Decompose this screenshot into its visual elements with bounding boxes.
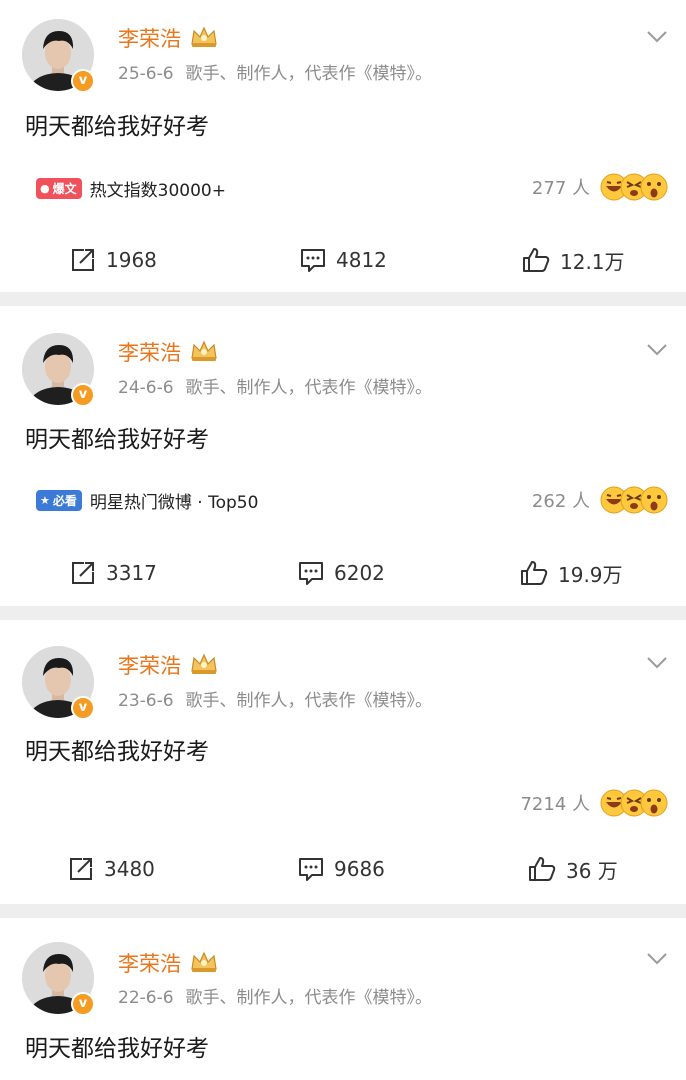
repost-count: 3317 bbox=[106, 561, 157, 585]
reaction-summary[interactable]: 262 人 bbox=[532, 485, 668, 515]
like-icon bbox=[521, 561, 548, 585]
reaction-emojis bbox=[600, 173, 668, 201]
comment-button[interactable]: 6202 bbox=[298, 555, 385, 591]
comment-icon bbox=[301, 249, 325, 272]
crown-icon bbox=[189, 26, 219, 52]
like-button[interactable]: 19.9万 bbox=[520, 555, 623, 591]
author-description: 歌手、制作人，代表作《模特》。 bbox=[185, 988, 433, 1008]
comment-button[interactable]: 4812 bbox=[300, 242, 387, 278]
hot-tag[interactable]: ● 爆文 热文指数30000+ bbox=[36, 175, 226, 201]
repost-count: 1968 bbox=[106, 248, 157, 272]
reaction-count: 277 人 bbox=[531, 178, 590, 199]
verified-badge: v bbox=[71, 696, 95, 720]
hot-badge: ● 爆文 bbox=[36, 177, 82, 199]
crown-icon bbox=[189, 951, 219, 977]
post-2: v 李荣浩 24-6-6 歌手、制作人，代表作《模特》。 明天都给我好好考 ★ 必看… bbox=[0, 306, 686, 606]
username[interactable]: 李荣浩 bbox=[118, 25, 181, 53]
comment-count: 9686 bbox=[334, 857, 385, 881]
chevron-down-icon[interactable] bbox=[646, 343, 668, 357]
post-content[interactable]: 明天都给我好好考 bbox=[25, 736, 209, 768]
repost-icon bbox=[72, 249, 94, 271]
comment-count: 6202 bbox=[334, 561, 385, 585]
comment-icon bbox=[299, 858, 323, 881]
post-date: 22-6-6 bbox=[118, 988, 174, 1008]
repost-count: 3480 bbox=[104, 857, 155, 881]
repost-button[interactable]: 1968 bbox=[70, 242, 157, 278]
hot-text: 明星热门微博 · Top50 bbox=[89, 492, 259, 513]
post-4: v 李荣浩 22-6-6 歌手、制作人，代表作《模特》。 明天都给我好好考 bbox=[0, 918, 686, 1080]
comment-count: 4812 bbox=[336, 248, 387, 272]
surprise-emoji-icon bbox=[640, 173, 668, 201]
reaction-summary[interactable]: 277 人 bbox=[532, 172, 668, 202]
post-content[interactable]: 明天都给我好好考 bbox=[25, 111, 209, 143]
action-bar: 1968 4812 12.1万 bbox=[0, 242, 686, 278]
reaction-emojis bbox=[600, 789, 668, 817]
chevron-down-icon[interactable] bbox=[646, 952, 668, 966]
feed-separator bbox=[0, 904, 686, 918]
surprise-emoji-icon bbox=[640, 789, 668, 817]
post-3: v 李荣浩 23-6-6 歌手、制作人，代表作《模特》。 明天都给我好好考 721… bbox=[0, 620, 686, 904]
fire-icon: ● bbox=[40, 181, 50, 195]
chevron-down-icon[interactable] bbox=[646, 656, 668, 670]
post-content[interactable]: 明天都给我好好考 bbox=[25, 1033, 209, 1065]
post-1: v 李荣浩 25-6-6 歌手、制作人，代表作《模特》。 明天都给我好好考 ● 爆文… bbox=[0, 0, 686, 292]
name-row: 李荣浩 bbox=[118, 339, 219, 367]
feed-separator bbox=[0, 606, 686, 620]
comment-button[interactable]: 9686 bbox=[298, 851, 385, 887]
hot-badge: ★ 必看 bbox=[36, 489, 82, 511]
hot-text: 热文指数30000+ bbox=[89, 180, 226, 201]
username[interactable]: 李荣浩 bbox=[118, 339, 181, 367]
chevron-down-icon[interactable] bbox=[646, 30, 668, 44]
like-icon bbox=[529, 857, 556, 881]
name-row: 李荣浩 bbox=[118, 25, 219, 53]
post-date: 23-6-6 bbox=[118, 691, 174, 711]
post-date: 24-6-6 bbox=[118, 378, 174, 398]
repost-button[interactable]: 3480 bbox=[68, 851, 155, 887]
post-meta: 22-6-6 歌手、制作人，代表作《模特》。 bbox=[118, 986, 432, 1010]
hot-tag[interactable]: ★ 必看 明星热门微博 · Top50 bbox=[36, 487, 258, 513]
reaction-summary[interactable]: 7214 人 bbox=[520, 788, 668, 818]
crown-icon bbox=[189, 653, 219, 679]
username[interactable]: 李荣浩 bbox=[118, 950, 181, 978]
like-count: 12.1万 bbox=[560, 249, 625, 274]
post-meta: 23-6-6 歌手、制作人，代表作《模特》。 bbox=[118, 689, 432, 713]
reaction-count: 262 人 bbox=[531, 491, 590, 512]
comment-icon bbox=[299, 562, 323, 585]
reaction-emojis bbox=[600, 486, 668, 514]
like-button[interactable]: 12.1万 bbox=[522, 242, 625, 278]
reaction-count: 7214 人 bbox=[520, 794, 590, 815]
post-meta: 24-6-6 歌手、制作人，代表作《模特》。 bbox=[118, 376, 432, 400]
like-button[interactable]: 36 万 bbox=[528, 851, 618, 887]
author-description: 歌手、制作人，代表作《模特》。 bbox=[185, 691, 433, 711]
post-content[interactable]: 明天都给我好好考 bbox=[25, 424, 209, 456]
action-bar: 3480 9686 36 万 bbox=[0, 851, 686, 887]
crown-icon bbox=[189, 340, 219, 366]
surprise-emoji-icon bbox=[640, 486, 668, 514]
post-meta: 25-6-6 歌手、制作人，代表作《模特》。 bbox=[118, 62, 432, 86]
star-icon: ★ bbox=[40, 493, 50, 507]
repost-icon bbox=[72, 562, 94, 584]
like-count: 36 万 bbox=[566, 858, 618, 883]
action-bar: 3317 6202 19.9万 bbox=[0, 555, 686, 591]
repost-icon bbox=[70, 858, 92, 880]
repost-button[interactable]: 3317 bbox=[70, 555, 157, 591]
name-row: 李荣浩 bbox=[118, 652, 219, 680]
verified-badge: v bbox=[71, 383, 95, 407]
like-count: 19.9万 bbox=[558, 562, 623, 587]
verified-badge: v bbox=[71, 992, 95, 1016]
verified-badge: v bbox=[71, 69, 95, 93]
like-icon bbox=[523, 248, 550, 272]
username[interactable]: 李荣浩 bbox=[118, 652, 181, 680]
post-date: 25-6-6 bbox=[118, 64, 174, 84]
name-row: 李荣浩 bbox=[118, 950, 219, 978]
feed-separator bbox=[0, 292, 686, 306]
author-description: 歌手、制作人，代表作《模特》。 bbox=[185, 64, 433, 84]
author-description: 歌手、制作人，代表作《模特》。 bbox=[185, 378, 433, 398]
